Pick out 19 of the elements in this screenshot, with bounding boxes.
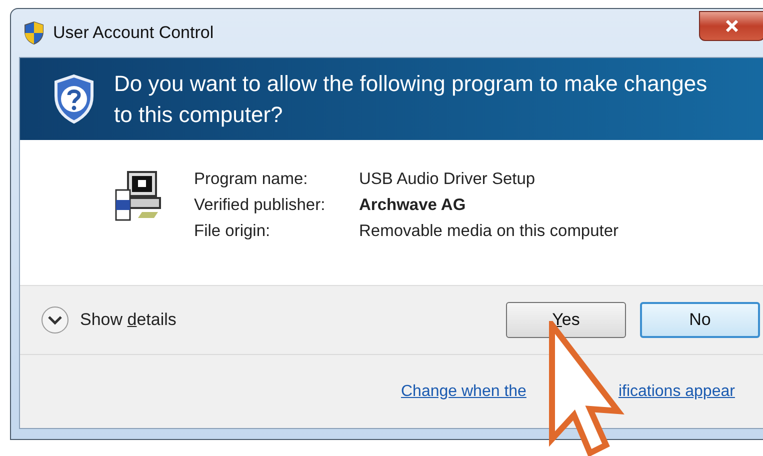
close-icon xyxy=(725,20,739,32)
detail-label: File origin: xyxy=(194,222,272,241)
detail-value: Archwave AG xyxy=(359,196,467,215)
no-button[interactable]: No xyxy=(640,302,760,338)
detail-value: USB Audio Driver Setup xyxy=(359,170,536,189)
yes-button[interactable]: Yes xyxy=(506,302,626,338)
show-details-link[interactable]: Show details xyxy=(80,310,176,330)
detail-label: Verified publisher: xyxy=(194,196,326,215)
shield-icon xyxy=(23,21,45,45)
settings-link[interactable]: ifications appear xyxy=(618,382,735,400)
settings-link[interactable]: Change when the xyxy=(401,382,526,400)
computer-setup-icon xyxy=(114,170,164,222)
detail-label: Program name: xyxy=(194,170,309,189)
question-shield-icon xyxy=(52,74,96,124)
expand-button[interactable] xyxy=(40,305,70,335)
question-text: Do you want to allow the following program to make changes to this computer? xyxy=(114,70,708,129)
detail-value: Removable media on this computer xyxy=(359,222,619,241)
window-title: User Account Control xyxy=(53,23,214,43)
close-button[interactable] xyxy=(699,11,763,41)
